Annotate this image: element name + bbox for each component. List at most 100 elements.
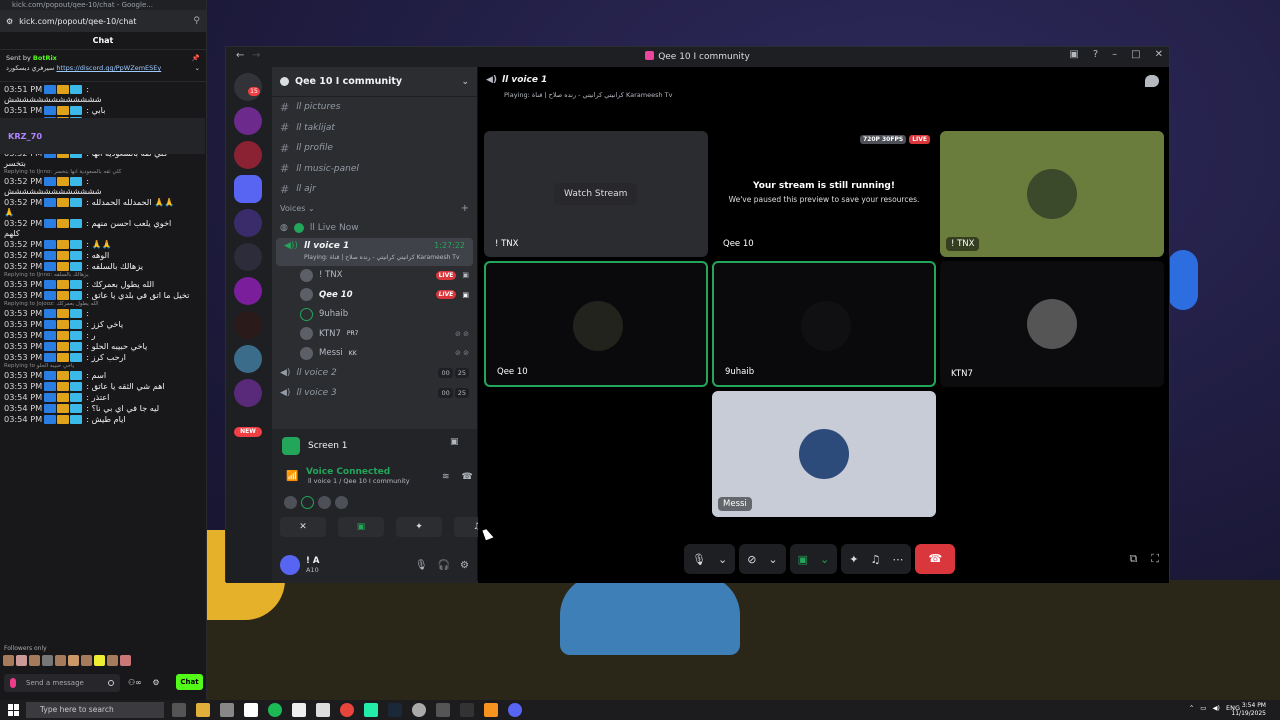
help-icon[interactable]: ? (1093, 49, 1098, 60)
server-icon[interactable] (234, 311, 262, 339)
gear-icon[interactable]: ⚙ (460, 560, 469, 571)
close-icon[interactable]: ✕ (1155, 49, 1163, 60)
text-channel[interactable]: # ll pictures (272, 97, 477, 118)
user-tile-9uhaib[interactable]: 9uhaib (712, 261, 936, 387)
url-text[interactable]: kick.com/popout/qee-10/chat (19, 17, 136, 26)
file-icon[interactable] (316, 703, 330, 717)
emote-icon[interactable] (81, 655, 92, 666)
reply-context[interactable]: Replying to IJnno: يزهالك بالسلفه (4, 272, 202, 279)
voice-channel-active[interactable]: ◀)) ll voice 1 1:27:22 Playing: كرانيتي … (276, 237, 473, 266)
camera-control[interactable]: ⊘ ⌄ (739, 544, 786, 574)
server-icon[interactable] (234, 379, 262, 407)
minimize-icon[interactable]: – (1112, 49, 1117, 60)
user-tile-tnx[interactable]: ! TNX (940, 131, 1164, 257)
server-icon[interactable] (234, 107, 262, 135)
text-channel[interactable]: # ll taklijat (272, 118, 477, 139)
screen-share-item[interactable]: Screen 1 (276, 435, 354, 457)
chevron-down-icon[interactable]: ⌄ (718, 553, 727, 566)
headphones-icon[interactable]: 🎧 (438, 560, 450, 571)
app-icon[interactable] (460, 703, 474, 717)
emote-icon[interactable] (3, 655, 14, 666)
more-icon[interactable]: ⋯ (892, 553, 903, 566)
emote-icon[interactable] (42, 655, 53, 666)
steam-icon[interactable] (388, 703, 402, 717)
mic-icon[interactable]: 🎙 (692, 553, 706, 566)
discord-icon[interactable] (508, 703, 522, 717)
user-tile-qee10[interactable]: Qee 10 (484, 261, 708, 387)
reply-context[interactable]: Replying to ياخي حبيبه الحلو (4, 363, 202, 370)
gear-icon[interactable]: ⚙ (152, 678, 159, 687)
stream-tile-self[interactable]: 720P 30FPS LIVE Your stream is still run… (712, 131, 936, 257)
screen-share-button[interactable]: ▣ (338, 517, 384, 537)
chevron-down-icon[interactable]: ⌄ (820, 553, 829, 566)
voice-member[interactable]: 9uhaib (272, 305, 477, 325)
clock[interactable]: 3:54 PM 11/19/2025 (1231, 702, 1266, 718)
voice-member[interactable]: Messi KK ⊘ ⊘ (272, 344, 477, 364)
noise-suppression-icon[interactable]: ≋ (442, 472, 450, 482)
zoom-icon[interactable]: ⚲ (193, 16, 200, 26)
reply-context[interactable]: Replying to Jojooz: الله يطول بعمركك (4, 301, 202, 308)
mic-control[interactable]: 🎙 ⌄ (684, 544, 736, 574)
task-view-icon[interactable] (172, 703, 186, 717)
server-icon[interactable] (234, 345, 262, 373)
voice-member[interactable]: KTN7 PR7 ⊘ ⊘ (272, 324, 477, 344)
app-icon[interactable] (244, 703, 258, 717)
app-icon[interactable] (220, 703, 234, 717)
server-icon[interactable] (234, 209, 262, 237)
watch-stream-button[interactable]: Watch Stream (554, 183, 638, 205)
emote-icon[interactable] (68, 655, 79, 666)
text-channel[interactable]: # ll music-panel (272, 159, 477, 180)
start-button[interactable] (8, 704, 20, 716)
chat-input[interactable]: Send a message (4, 674, 120, 692)
fullscreen-icon[interactable]: ⛶ (1151, 552, 1159, 566)
popout-icon[interactable]: ⧉ (1129, 552, 1137, 566)
server-icon[interactable] (234, 277, 262, 305)
inbox-icon[interactable]: ▣ (1069, 49, 1078, 60)
stop-screen-icon[interactable]: ▣ (450, 437, 459, 447)
emote-icon[interactable] (29, 655, 40, 666)
server-icon[interactable] (234, 243, 262, 271)
voice-member[interactable]: ! TNX LIVE ▣ (272, 266, 477, 286)
server-icon-active[interactable] (234, 175, 262, 203)
voice-connected-sub[interactable]: ll voice 1 / Qee 10 I community (282, 477, 410, 485)
volume-icon[interactable]: ◀) (1212, 704, 1220, 712)
user-tile-messi[interactable]: Messi (712, 391, 936, 517)
chevron-down-icon[interactable]: ⌄ (195, 63, 200, 73)
mic-icon[interactable]: 🎙 (415, 560, 428, 571)
emote-icon[interactable] (94, 655, 105, 666)
file-explorer-icon[interactable] (196, 703, 210, 717)
maximize-icon[interactable]: □ (1131, 49, 1140, 60)
chat-input-placeholder[interactable]: Send a message (26, 679, 84, 687)
activities-icon[interactable]: ✦ (849, 553, 858, 566)
app-icon[interactable] (364, 703, 378, 717)
chat-bubble-icon[interactable] (1145, 75, 1159, 87)
avatar[interactable] (284, 496, 297, 509)
voices-category[interactable]: Voices ⌄ + (272, 200, 477, 218)
voice-channel-live-now[interactable]: ◍ ll Live Now (272, 218, 477, 238)
app-icon[interactable] (412, 703, 426, 717)
screen-share-control[interactable]: ▣ ⌄ (789, 544, 838, 574)
disconnect-icon[interactable]: ☎ (462, 472, 473, 482)
user-tile-ktn7[interactable]: KTN7 (940, 261, 1164, 387)
chat-send-button[interactable]: Chat (176, 674, 203, 690)
chat-users-icon[interactable]: ⚇∞ (128, 678, 142, 687)
avatar[interactable] (318, 496, 331, 509)
reply-context[interactable]: Replying to IJnno: كلي ثقه بالسعودية انه… (4, 169, 202, 176)
avatar[interactable] (280, 555, 300, 575)
camera-off-icon[interactable]: ⊘ (747, 553, 756, 566)
emote-icon[interactable] (16, 655, 27, 666)
network-icon[interactable]: ▭ (1200, 704, 1206, 712)
camera-off-button[interactable]: ✕ (280, 517, 326, 537)
mic-icon[interactable] (10, 678, 16, 688)
activities-button[interactable]: ✦ (396, 517, 442, 537)
emoji-icon[interactable] (108, 680, 114, 686)
voice-channel[interactable]: ◀) ll voice 3 00 25 (272, 383, 477, 403)
app-icon[interactable] (436, 703, 450, 717)
disconnect-button[interactable]: ☎ (915, 544, 956, 574)
pin-icon[interactable]: 📌 (192, 53, 200, 63)
voice-connected-label[interactable]: Voice Connected (282, 467, 410, 477)
avatar[interactable] (301, 496, 314, 509)
chevron-down-icon[interactable]: ⌄ (461, 77, 469, 87)
url-bar[interactable]: ⚙ kick.com/popout/qee-10/chat ⚲ (0, 10, 206, 32)
add-channel-icon[interactable]: + (461, 203, 469, 214)
